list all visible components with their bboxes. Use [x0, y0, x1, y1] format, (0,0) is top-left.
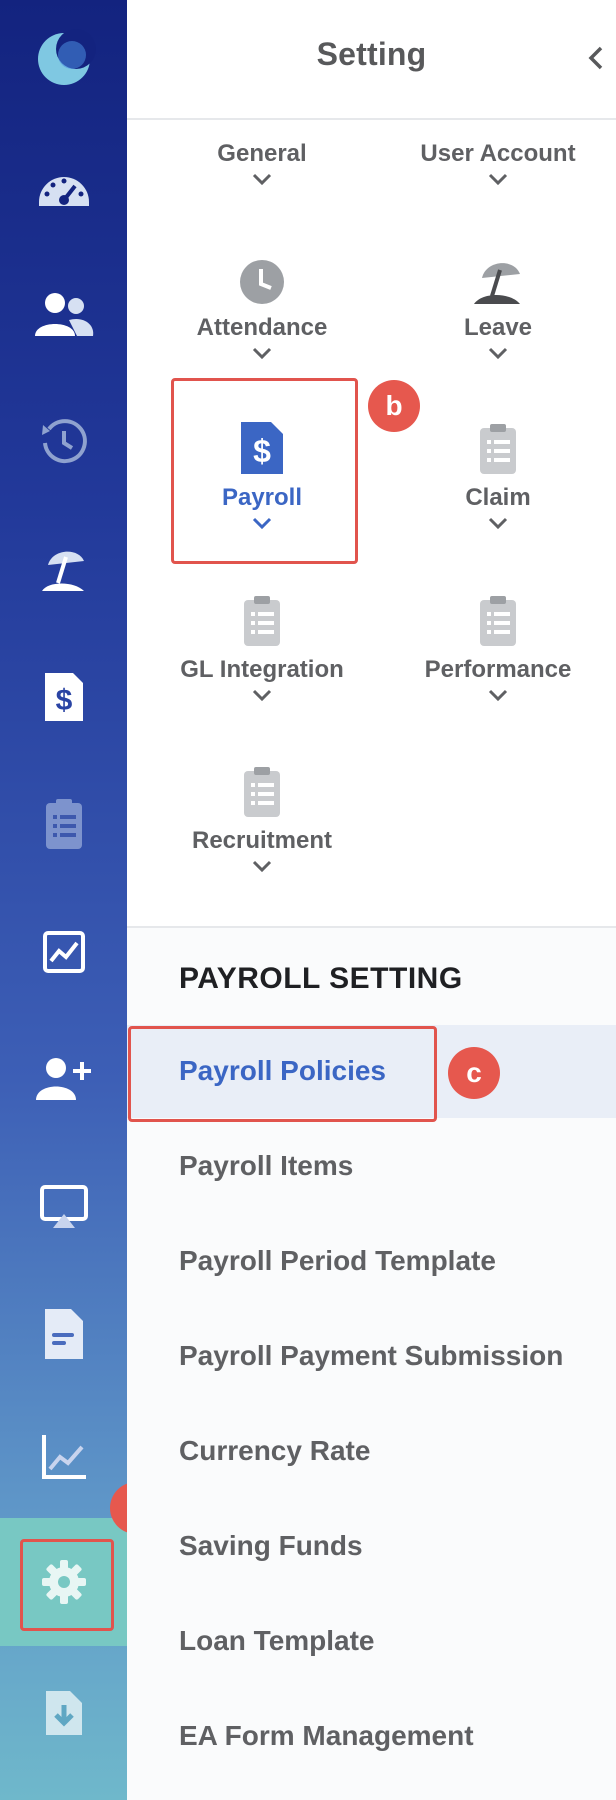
- clipboard-icon: [383, 592, 613, 648]
- chevron-down-icon: [383, 688, 613, 702]
- module-performance[interactable]: Performance: [383, 592, 613, 752]
- left-nav-rail: $: [0, 0, 127, 1800]
- nav-download[interactable]: [0, 1654, 127, 1772]
- app-logo: [0, 0, 127, 118]
- nav-training[interactable]: [0, 1148, 127, 1266]
- nav-attendance[interactable]: [0, 383, 127, 501]
- module-recruitment[interactable]: Recruitment: [147, 763, 377, 923]
- menu-item-payroll-items[interactable]: Payroll Items: [179, 1150, 353, 1182]
- nav-recruitment[interactable]: [0, 1020, 127, 1138]
- nav-reports[interactable]: [0, 1398, 127, 1516]
- nav-claim[interactable]: [0, 765, 127, 883]
- annotation-box-c: [128, 1026, 437, 1122]
- section-title-payroll-setting: PAYROLL SETTING: [179, 962, 463, 995]
- chevron-down-icon: [383, 346, 613, 360]
- module-gl-integration[interactable]: GL Integration: [147, 592, 377, 752]
- menu-item-currency-rate[interactable]: Currency Rate: [179, 1435, 370, 1467]
- clock-icon: [147, 250, 377, 306]
- menu-item-payroll-payment-submission[interactable]: Payroll Payment Submission: [179, 1340, 563, 1372]
- module-general[interactable]: General: [147, 140, 377, 220]
- line-chart-icon: [41, 1435, 86, 1479]
- chevron-down-icon: [147, 688, 377, 702]
- chevron-down-icon: [383, 516, 613, 530]
- picture-chart-icon: [42, 931, 85, 973]
- chevron-down-icon: [147, 859, 377, 873]
- beach-umbrella-icon: [383, 250, 613, 306]
- module-user-account[interactable]: User Account: [383, 140, 613, 220]
- clipboard-icon: [147, 592, 377, 648]
- nav-performance[interactable]: [0, 893, 127, 1011]
- chevron-left-icon: [588, 46, 603, 70]
- speedometer-icon: [38, 177, 89, 206]
- nav-leave[interactable]: [0, 511, 127, 629]
- moon-logo-icon: [37, 29, 96, 85]
- module-claim[interactable]: Claim: [383, 420, 613, 580]
- annotation-box-b: [171, 378, 358, 564]
- annotation-badge-b: b: [368, 380, 420, 432]
- annotation-badge-c: c: [448, 1047, 500, 1099]
- chevron-down-icon: [147, 172, 377, 186]
- document-icon: [44, 1309, 83, 1359]
- menu-item-payroll-period-template[interactable]: Payroll Period Template: [179, 1245, 496, 1277]
- nav-payroll[interactable]: $: [0, 638, 127, 756]
- history-clock-icon: [41, 419, 87, 464]
- clipboard-icon: [45, 799, 82, 849]
- nav-employees[interactable]: [0, 255, 127, 373]
- people-icon: [34, 293, 93, 336]
- panel-header: Setting: [127, 0, 616, 120]
- svg-text:$: $: [55, 684, 72, 717]
- clipboard-icon: [383, 420, 613, 476]
- add-user-icon: [35, 1058, 91, 1100]
- payroll-document-icon: $: [44, 673, 83, 721]
- module-leave[interactable]: Leave: [383, 250, 613, 410]
- menu-item-ea-form-management[interactable]: EA Form Management: [179, 1720, 474, 1752]
- menu-item-loan-template[interactable]: Loan Template: [179, 1625, 375, 1657]
- menu-item-saving-funds[interactable]: Saving Funds: [179, 1530, 363, 1562]
- panel-title: Setting: [316, 36, 427, 72]
- clipboard-icon: [147, 763, 377, 819]
- annotation-box-a: [20, 1539, 114, 1631]
- nav-documents[interactable]: [0, 1275, 127, 1393]
- collapse-panel-button[interactable]: [582, 38, 610, 78]
- chevron-down-icon: [147, 346, 377, 360]
- chevron-down-icon: [383, 172, 613, 186]
- download-file-icon: [45, 1691, 82, 1735]
- nav-dashboard[interactable]: [0, 128, 127, 246]
- beach-umbrella-icon: [41, 551, 84, 591]
- presentation-icon: [39, 1185, 88, 1228]
